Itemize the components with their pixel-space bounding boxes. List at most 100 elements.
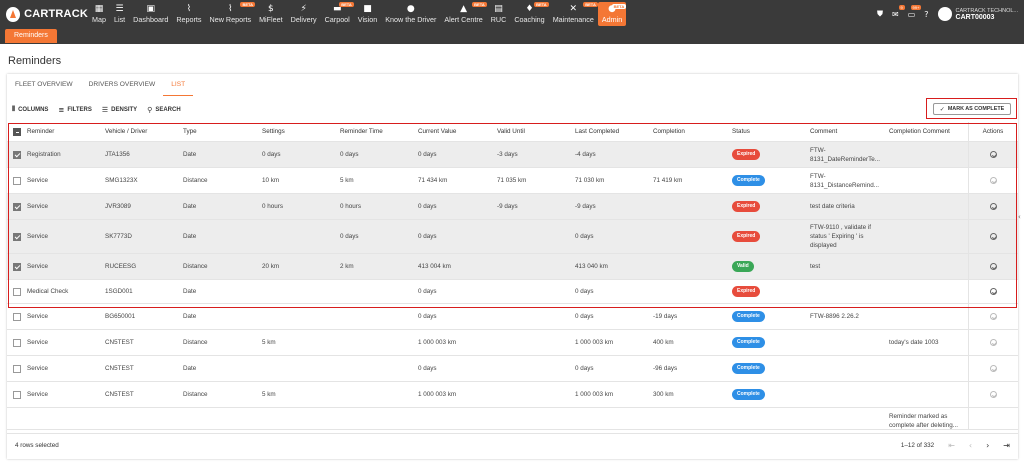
row-checkbox[interactable] — [13, 338, 21, 347]
nav-item-reports[interactable]: ⌇ Reports — [172, 0, 205, 28]
mark-as-complete-button[interactable]: ✓ MARK AS COMPLETE — [933, 103, 1011, 115]
row-checkbox[interactable] — [13, 150, 21, 159]
cell-last-completed: -4 days — [575, 142, 651, 167]
table-row: Medical Check 1SGD001 Date 0 days 0 days Expi… — [7, 280, 1018, 304]
nav-item-new-reports[interactable]: ⌇ New Reports BETA — [206, 0, 256, 28]
cell-text: 0 days — [340, 233, 359, 240]
select-all-checkbox[interactable] — [13, 127, 21, 136]
shield-icon[interactable]: ⛊ — [877, 9, 883, 19]
column-header-last-completed[interactable]: Last Completed — [575, 122, 651, 141]
row-checkbox[interactable] — [13, 312, 21, 321]
nav-item-dashboard[interactable]: ▣ Dashboard — [129, 0, 172, 28]
nav-item-label: Maintenance — [552, 15, 594, 24]
checkbox-cell — [13, 220, 25, 253]
help-icon[interactable]: ? — [924, 10, 928, 19]
column-header-actions[interactable]: Actions — [970, 122, 1016, 141]
row-checkbox[interactable] — [13, 364, 21, 373]
columns-button[interactable]: ⦀ COLUMNS — [12, 105, 48, 114]
cell-status: Complete — [732, 304, 808, 329]
column-header-completion-comment[interactable]: Completion Comment — [889, 122, 967, 141]
nav-item-know-the-driver[interactable]: ● Know the Driver — [381, 0, 440, 28]
mark-complete-icon[interactable] — [989, 313, 997, 320]
pagination: 1–12 of 332 ⇤ ‹ › ⇥ — [901, 441, 1010, 450]
density-button[interactable]: ☰ DENSITY — [102, 105, 137, 114]
mark-complete-icon[interactable] — [989, 151, 997, 158]
column-header-completion[interactable]: Completion — [653, 122, 729, 141]
nav-item-delivery[interactable]: ⚡ Delivery — [287, 0, 321, 28]
cell-text: Service — [27, 233, 48, 240]
row-checkbox[interactable] — [13, 287, 21, 296]
nav-item-vision[interactable]: ■ Vision — [354, 0, 381, 28]
nav-item-ruc[interactable]: ▤ RUC — [487, 0, 511, 28]
nav-item-coaching[interactable]: ♦ Coaching BETA — [510, 0, 549, 28]
density-icon: ☰ — [101, 105, 109, 114]
cell-reminder: Service — [27, 330, 103, 355]
nav-item-label: Dashboard — [133, 15, 169, 24]
avatar — [937, 7, 952, 21]
cell-text: 5 km — [262, 339, 276, 346]
beta-badge: BETA — [583, 2, 598, 7]
notifications-icon[interactable]: ✉ 9 — [892, 4, 905, 19]
mark-complete-icon[interactable] — [989, 177, 997, 184]
cell-text: Service — [27, 391, 48, 398]
nav-item-mifleet[interactable]: $ MiFleet — [255, 0, 287, 28]
last-page-icon[interactable]: ⇥ — [1003, 441, 1010, 450]
cell-text: 0 days — [575, 365, 594, 372]
cell-valid-until — [497, 356, 573, 381]
row-checkbox[interactable] — [13, 390, 21, 399]
column-header-reminder-time[interactable]: Reminder Time — [340, 122, 416, 141]
prev-page-icon[interactable]: ‹ — [969, 441, 972, 450]
cell-status: Expired — [732, 280, 808, 303]
column-header-status[interactable]: Status — [732, 122, 808, 141]
status-badge: Complete — [732, 175, 765, 186]
mark-complete-icon[interactable] — [989, 339, 997, 346]
nav-item-map[interactable]: ▦ Map — [88, 0, 110, 28]
column-header-current-value[interactable]: Current Value — [418, 122, 494, 141]
mark-complete-icon[interactable] — [989, 391, 997, 398]
cell-actions — [970, 356, 1016, 381]
tab-fleet-overview[interactable]: FLEET OVERVIEW — [7, 74, 81, 96]
cell-current-value: 0 days — [418, 194, 494, 219]
nav-item-admin[interactable]: ● Admin BETA — [597, 2, 627, 26]
first-page-icon[interactable]: ⇤ — [948, 441, 955, 450]
row-checkbox[interactable] — [13, 232, 21, 241]
account-menu[interactable]: CARTRACK TECHNOL... CART00003 — [937, 7, 1018, 21]
status-badge: Complete — [732, 337, 765, 348]
search-button[interactable]: ⚲ SEARCH — [147, 105, 180, 114]
row-checkbox[interactable] — [13, 262, 21, 271]
tab-list[interactable]: LIST — [163, 74, 194, 96]
tab-drivers-overview[interactable]: DRIVERS OVERVIEW — [81, 74, 164, 96]
mark-complete-icon[interactable] — [989, 288, 997, 295]
side-collapse-icon[interactable]: ‹ — [1018, 213, 1021, 221]
messages-badge: 99+ — [910, 4, 922, 10]
cell-completion: -96 days — [653, 356, 729, 381]
cell-text: 1SGD001 — [105, 288, 133, 295]
nav-item-alert-centre[interactable]: ▲ Alert Centre BETA — [440, 0, 487, 28]
cell-text: Service — [27, 365, 48, 372]
cell-text: 1 000 003 km — [575, 339, 614, 346]
reminders-subtab[interactable]: Reminders — [5, 29, 57, 43]
column-header-reminder[interactable]: Reminder — [27, 122, 103, 141]
mark-complete-icon[interactable] — [989, 203, 997, 210]
cell-text: 0 days — [418, 151, 437, 158]
filters-button[interactable]: ≡ FILTERS — [58, 105, 91, 114]
cartrack-logo[interactable]: CARTRACK — [6, 6, 88, 22]
mark-complete-icon[interactable] — [989, 365, 997, 372]
mark-complete-icon[interactable] — [989, 233, 997, 240]
reports-icon: ⌇ — [186, 4, 192, 14]
column-header-type[interactable]: Type — [183, 122, 259, 141]
nav-item-carpool[interactable]: ▬ Carpool BETA — [321, 0, 354, 28]
row-checkbox[interactable] — [13, 202, 21, 211]
column-header-vehicle-driver[interactable]: Vehicle / Driver — [105, 122, 181, 141]
cell-last-completed: -9 days — [575, 194, 651, 219]
next-page-icon[interactable]: › — [986, 441, 989, 450]
row-checkbox[interactable] — [13, 176, 21, 185]
column-header-settings[interactable]: Settings — [262, 122, 338, 141]
column-header-comment[interactable]: Comment — [810, 122, 886, 141]
rows-selected-count: 4 rows selected — [15, 442, 59, 449]
nav-item-list[interactable]: ☰ List — [110, 0, 129, 28]
nav-item-maintenance[interactable]: ✕ Maintenance BETA — [549, 0, 598, 28]
column-header-valid-until[interactable]: Valid Until — [497, 122, 573, 141]
messages-icon[interactable]: ▭ 99+ — [908, 4, 922, 19]
mark-complete-icon[interactable] — [989, 263, 997, 270]
